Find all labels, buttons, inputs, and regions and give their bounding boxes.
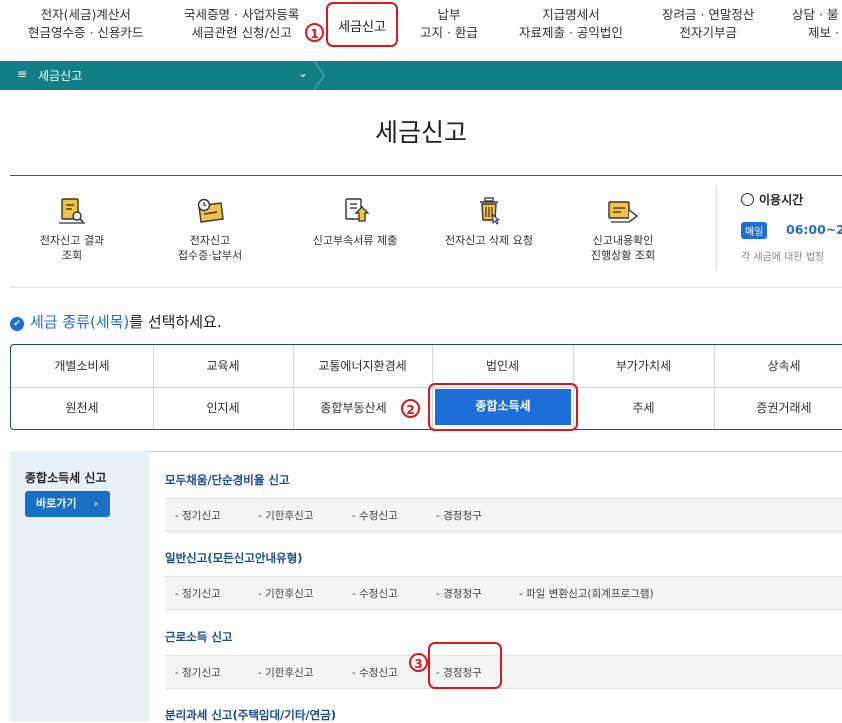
receipt-clock-icon (197, 198, 224, 223)
topnav-item-line2: 자료제출 · 공익법인 (519, 25, 623, 40)
highlight-correction-claim (428, 642, 502, 689)
daily-badge: 매일 (741, 222, 768, 239)
topnav-item-certificates[interactable]: 국세증명 · 사업자등록 세금관련 신청/신고 (184, 6, 299, 42)
hours-title: 이용시간 (759, 193, 804, 207)
link-correction-claim[interactable]: - 경정청구 (436, 586, 482, 601)
page-title: 세금신고 (374, 118, 467, 147)
breadcrumb-bar: ≡ 세금신고 ⌄ (0, 61, 842, 90)
group-links-general: - 정기신고 - 기한후신고 - 수정신고 - 경정청구 - 파일 변환신고(회… (165, 576, 842, 610)
group-links-earned-income: - 정기신고 - 기한후신고 - 수정신고 - 경정청구 (165, 655, 842, 689)
link-regular-filing[interactable]: - 정기신고 (175, 508, 221, 523)
link-late-filing[interactable]: - 기한후신고 (258, 586, 313, 601)
topnav-item-incentives[interactable]: 장려금 · 연말정산 전자기부금 (662, 6, 754, 42)
goto-button-label: 바로가기 (36, 497, 77, 510)
quick-menu-label: 전자신고 결과 (39, 234, 105, 247)
quick-menu-progress-check[interactable]: 신고내용확인 진행상황 조회 (568, 197, 678, 263)
step-marker-3: 3 (409, 653, 428, 672)
topnav-item-consulting[interactable]: 상담 · 불 제보 · (792, 6, 839, 42)
quick-menu-label: 전자신고 (189, 234, 231, 247)
quick-menu-label: 신고내용확인 (592, 234, 654, 247)
quick-menu-attachments[interactable]: 신고부속서류 제출 (300, 197, 410, 248)
menu-icon[interactable]: ≡ (17, 67, 27, 81)
trash-delete-icon (480, 197, 501, 225)
tax-education[interactable]: 교육세 (153, 345, 293, 387)
tax-transport-energy[interactable]: 교통에너지환경세 (293, 345, 432, 387)
topnav-item-line2: 현금영수증 · 신용카드 (28, 25, 144, 40)
topnav-item-line2: 전자기부금 (679, 25, 737, 40)
tax-vat[interactable]: 부가가치세 (573, 345, 714, 387)
topnav-item-line1: 상담 · 불 (792, 7, 839, 22)
tax-withholding[interactable]: 원천세 (11, 387, 153, 429)
tax-type-grid: 개별소비세 교육세 교통에너지환경세 법인세 부가가치세 상속세 원천세 인지세… (10, 344, 842, 430)
topnav-item-line1: 지급명세서 (542, 7, 600, 22)
topnav-item-line2: 고지 · 환급 (420, 25, 478, 40)
quick-menu-label: 접수증·납부서 (177, 249, 243, 262)
topnav-item-line1: 국세증명 · 사업자등록 (184, 7, 300, 22)
topnav-item-statements[interactable]: 지급명세서 자료제출 · 공익법인 (519, 6, 623, 42)
link-amended-filing[interactable]: - 수정신고 (352, 508, 398, 523)
topnav-item-line1: 납부 (437, 7, 461, 22)
topnav-item-line1: 장려금 · 연말정산 (662, 7, 755, 22)
hours-note: 각 세금에 대한 법정 (741, 252, 825, 263)
quick-menu-result-lookup[interactable]: 전자신고 결과 조회 (22, 197, 122, 263)
breadcrumb-current[interactable]: 세금신고 (38, 67, 82, 84)
quick-menu-label: 전자신고 삭제 요청 (445, 234, 533, 247)
hours-divider (716, 186, 717, 270)
document-upload-icon (345, 198, 370, 222)
tax-individual-consumption[interactable]: 개별소비세 (11, 345, 153, 387)
title-divider (10, 175, 842, 176)
hours-time: 06:00~24 (786, 222, 842, 237)
link-regular-filing[interactable]: - 정기신고 (175, 665, 221, 680)
group-links-simple: - 정기신고 - 기한후신고 - 수정신고 - 경정청구 (165, 498, 842, 532)
document-check-icon (608, 201, 639, 223)
breadcrumb-separator (313, 61, 325, 90)
step-marker-1: 1 (305, 23, 324, 42)
link-late-filing[interactable]: - 기한후신고 (258, 665, 313, 680)
link-amended-filing[interactable]: - 수정신고 (352, 586, 398, 601)
quick-menu-delete-request[interactable]: 전자신고 삭제 요청 (434, 197, 544, 248)
quick-menu-label: 조회 (61, 249, 83, 262)
check-icon: ✔ (10, 317, 24, 331)
tax-stamp[interactable]: 인지세 (153, 387, 293, 429)
topnav-item-line1: 전자(세금)계산서 (40, 7, 131, 22)
topnav-item-line2: 제보 · (808, 25, 839, 40)
top-navigation: 전자(세금)계산서 현금영수증 · 신용카드 국세증명 · 사업자등록 세금관련… (0, 0, 842, 58)
tax-global-income-selected[interactable]: 종합소득세 (428, 383, 578, 431)
link-correction-claim[interactable]: - 경정청구 (436, 508, 482, 523)
group-title-general[interactable]: 일반신고(모든신고안내유형) (165, 550, 302, 566)
quick-menu-divider (10, 287, 842, 288)
group-title-earned-income[interactable]: 근로소득 신고 (165, 629, 232, 645)
link-late-filing[interactable]: - 기한후신고 (258, 508, 313, 523)
link-regular-filing[interactable]: - 정기신고 (175, 586, 221, 601)
tax-corporate[interactable]: 법인세 (432, 345, 573, 387)
topnav-item-line2: 세금관련 신청/신고 (191, 25, 292, 40)
topnav-item-tax-filing[interactable]: 세금신고 (326, 2, 398, 47)
chevron-right-icon: › (93, 497, 98, 510)
tax-securities-transaction[interactable]: 증권거래세 (714, 387, 842, 429)
link-file-conversion[interactable]: - 파일 변환신고(회계프로그램) (519, 586, 654, 601)
section-title-rest: 를 선택하세요. (129, 313, 222, 331)
link-amended-filing[interactable]: - 수정신고 (352, 665, 398, 680)
quick-menu-label: 진행상황 조회 (590, 249, 656, 262)
tax-liquor[interactable]: 주세 (573, 387, 714, 429)
quick-menu-receipt[interactable]: 전자신고 접수증·납부서 (160, 197, 260, 263)
topnav-selected-label: 세금신고 (338, 20, 386, 35)
topnav-item-payment[interactable]: 납부 고지 · 환급 (420, 6, 478, 42)
section-title-highlight: 세금 종류(세목) (30, 313, 130, 331)
topnav-item-e-invoice[interactable]: 전자(세금)계산서 현금영수증 · 신용카드 (28, 6, 143, 42)
group-title-simple[interactable]: 모두채움/단순경비율 신고 (165, 472, 290, 488)
section-title: ✔ 세금 종류(세목)를 선택하세요. (10, 311, 222, 332)
goto-button[interactable]: 바로가기 › (25, 491, 110, 517)
tax-inheritance[interactable]: 상속세 (714, 345, 842, 387)
document-search-icon (59, 198, 85, 224)
tax-global-income-label: 종합소득세 (435, 389, 571, 425)
step-marker-2: 2 (401, 399, 420, 418)
quick-menu-label: 신고부속서류 제출 (312, 234, 398, 247)
clock-icon (741, 193, 754, 206)
panel-title: 종합소득세 신고 (25, 471, 107, 485)
chevron-down-icon[interactable]: ⌄ (298, 66, 308, 80)
